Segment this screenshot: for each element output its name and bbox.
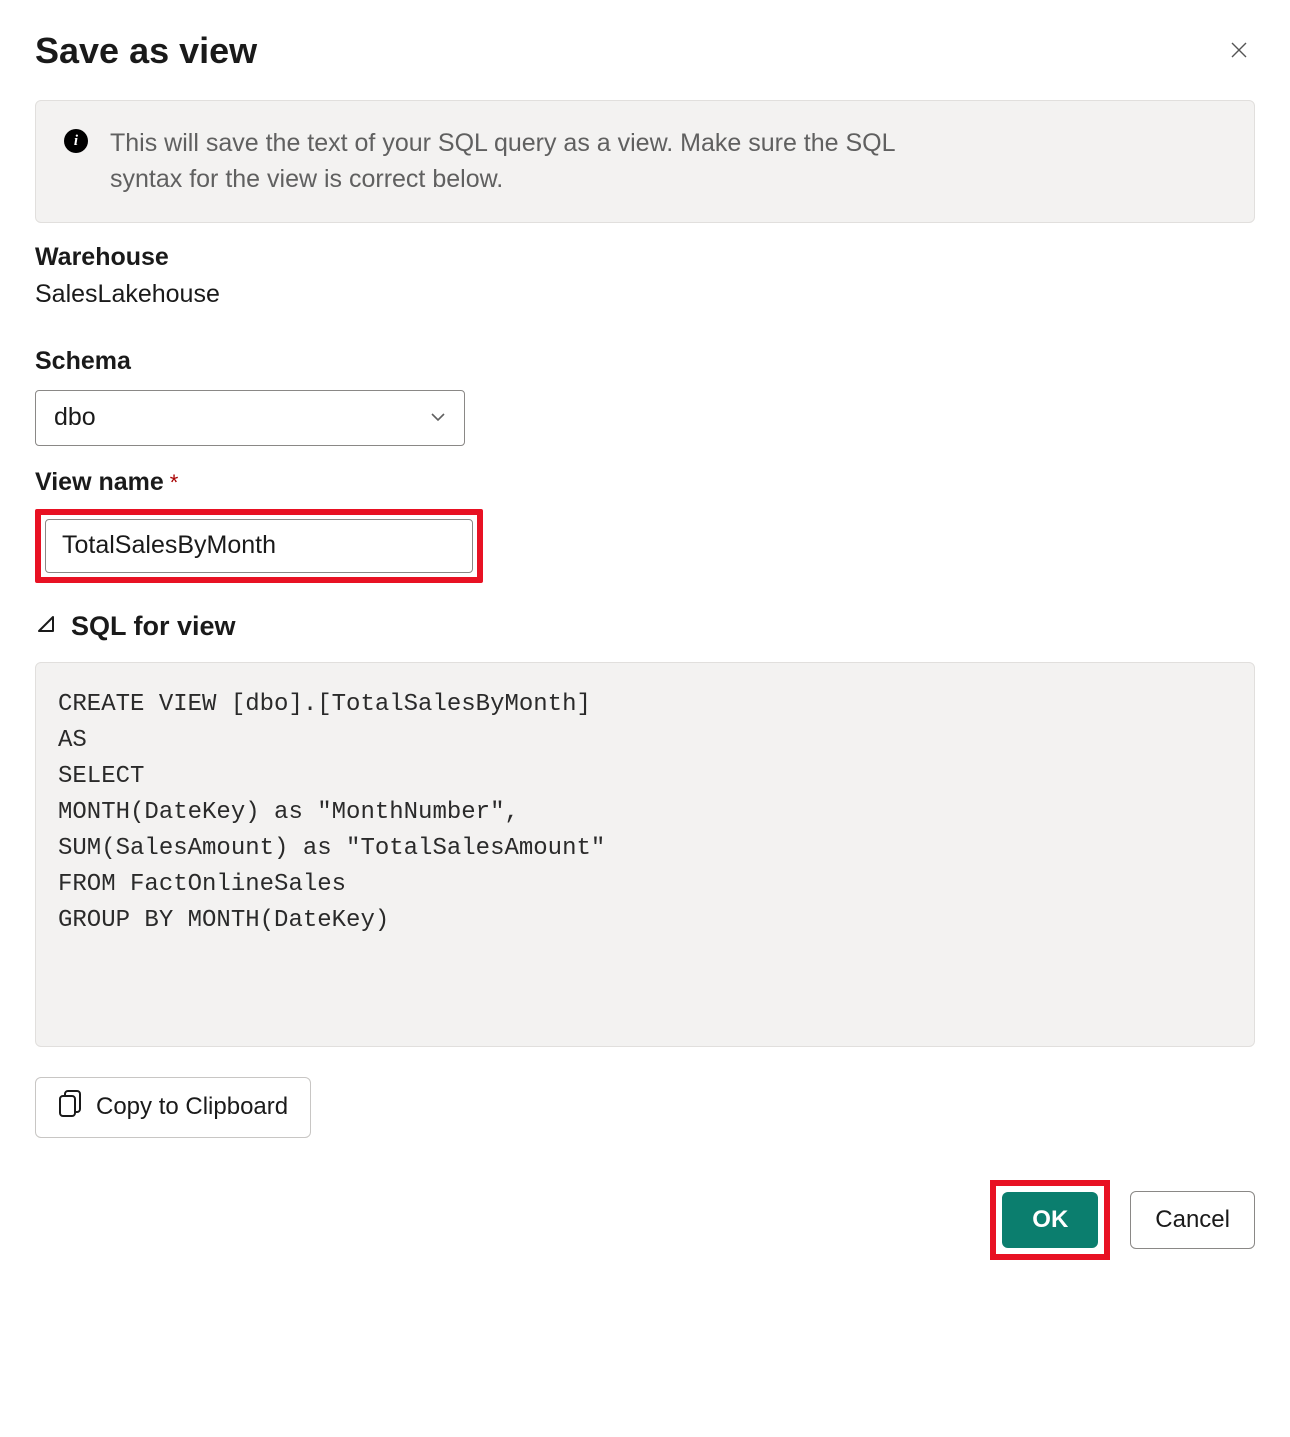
sql-label: SQL for view [71,611,236,642]
copy-to-clipboard-button[interactable]: Copy to Clipboard [35,1077,311,1138]
info-box: i This will save the text of your SQL qu… [35,100,1255,223]
dialog-header: Save as view [35,30,1255,72]
chevron-down-icon [430,403,446,432]
warehouse-value: SalesLakehouse [35,280,1255,309]
copy-icon [58,1090,82,1125]
view-name-label: View name [35,468,164,497]
collapse-icon[interactable] [35,613,57,640]
schema-label: Schema [35,347,1255,376]
warehouse-label: Warehouse [35,243,1255,272]
close-icon [1229,40,1249,63]
view-name-input[interactable] [45,519,473,573]
schema-select-wrapper: dbo [35,390,465,446]
view-name-highlight [35,509,483,583]
required-indicator: * [170,470,179,496]
info-icon: i [64,129,88,153]
dialog-title: Save as view [35,30,257,72]
dialog-footer: OK Cancel [35,1180,1255,1260]
schema-selected-value: dbo [54,403,96,432]
view-name-label-row: View name * [35,468,1255,497]
ok-button[interactable]: OK [1002,1192,1098,1248]
sql-view-content[interactable]: CREATE VIEW [dbo].[TotalSalesByMonth] AS… [35,662,1255,1047]
close-button[interactable] [1223,34,1255,69]
cancel-button[interactable]: Cancel [1130,1191,1255,1249]
schema-select[interactable]: dbo [35,390,465,446]
copy-button-label: Copy to Clipboard [96,1093,288,1121]
sql-header: SQL for view [35,611,1255,642]
ok-button-highlight: OK [990,1180,1110,1260]
info-text: This will save the text of your SQL quer… [110,125,930,198]
